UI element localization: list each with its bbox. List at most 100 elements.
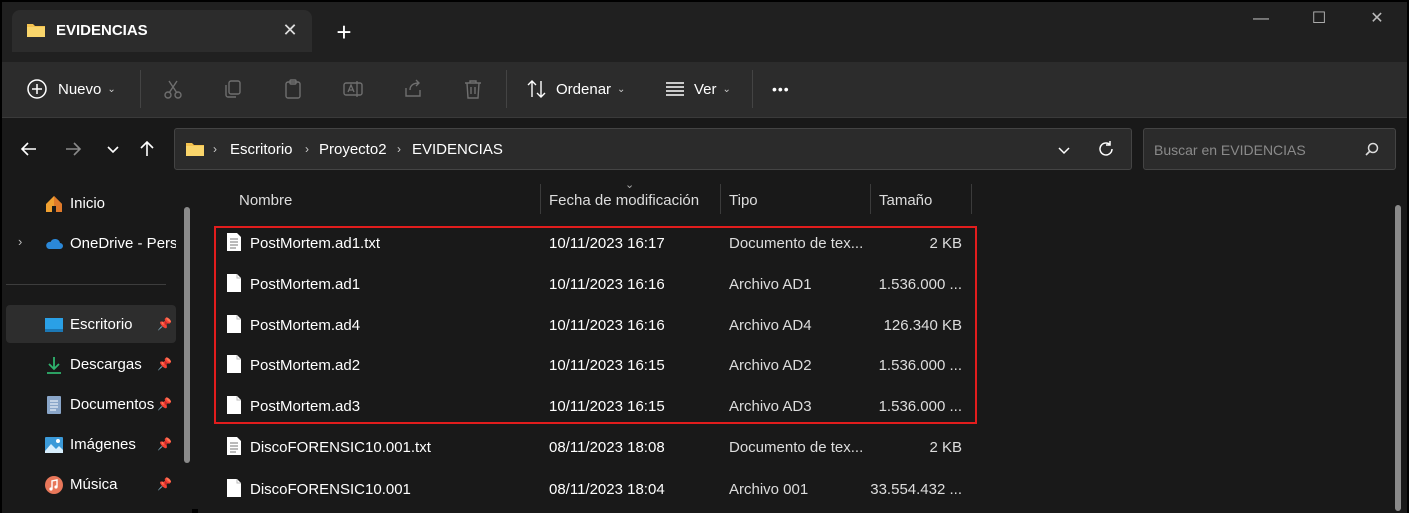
file-list-scrollbar[interactable] [1395,205,1401,511]
copy-button[interactable] [222,72,244,106]
navigation-pane: Inicio › OneDrive - Personal Escritorio … [2,180,192,513]
paste-button[interactable] [282,72,304,106]
sidebar-item-onedrive[interactable]: › OneDrive - Personal [6,224,176,262]
sidebar-item-label: Documentos [70,395,155,413]
desktop-icon [45,318,63,332]
folder-icon [27,24,45,37]
file-explorer-window: EVIDENCIAS ✕ + — ☐ ✕ Nuevo ⌄ Ordenar ⌄ V… [0,0,1409,513]
new-button[interactable]: Nuevo ⌄ [26,72,116,106]
file-size: 2 KB [929,439,962,456]
toolbar-divider [140,70,141,108]
column-divider[interactable] [540,184,541,214]
sort-button[interactable]: Ordenar ⌄ [526,72,625,106]
music-icon [45,476,63,494]
view-label: Ver [694,80,717,98]
copy-icon [225,80,241,98]
sidebar-item-imagenes[interactable]: Imágenes 📌 [6,425,176,463]
pictures-icon [45,437,63,453]
search-placeholder: Buscar en EVIDENCIAS [1154,142,1306,158]
text-file-icon [227,437,241,455]
column-divider[interactable] [720,184,721,214]
file-name: DiscoFORENSIC10.001.txt [250,439,431,456]
sidebar-item-musica[interactable]: Música 📌 [6,465,176,503]
search-icon[interactable] [1364,142,1380,158]
chevron-right-icon[interactable]: › [18,234,22,249]
sidebar-item-descargas[interactable]: Descargas 📌 [6,345,176,383]
breadcrumb-proyecto2[interactable]: Proyecto2 [319,141,387,158]
refresh-icon[interactable] [1097,140,1115,158]
table-row[interactable]: DiscoFORENSIC10.001 08/11/2023 18:04 Arc… [218,469,978,509]
title-bar: EVIDENCIAS ✕ + — ☐ ✕ [2,2,1407,62]
sidebar-scrollbar[interactable] [184,207,190,463]
arrow-left-icon [20,142,36,156]
pin-icon[interactable]: 📌 [157,437,172,451]
command-bar: Nuevo ⌄ Ordenar ⌄ Ver ⌄ ••• [2,62,1407,118]
table-row[interactable]: DiscoFORENSIC10.001.txt 08/11/2023 18:08… [218,427,978,467]
clipboard-icon [285,79,301,99]
search-input[interactable]: Buscar en EVIDENCIAS [1143,128,1396,170]
column-header-size[interactable]: Tamaño [879,192,932,209]
sidebar-item-documentos[interactable]: Documentos 📌 [6,385,176,423]
view-list-icon [666,82,684,96]
file-name: DiscoFORENSIC10.001 [250,481,411,498]
new-tab-button[interactable]: + [330,19,358,48]
forward-button[interactable] [58,134,88,164]
close-tab-icon[interactable]: ✕ [280,20,300,40]
file-date: 08/11/2023 18:08 [549,439,665,456]
sidebar-item-label: Escritorio [70,315,133,333]
chevron-down-icon: ⌄ [722,83,731,95]
close-window-button[interactable]: ✕ [1352,8,1402,32]
column-header-date[interactable]: Fecha de modificación [549,192,699,209]
breadcrumb-separator: › [213,142,217,156]
delete-button[interactable] [462,72,484,106]
cut-button[interactable] [162,72,184,106]
address-bar[interactable]: › Escritorio › Proyecto2 › EVIDENCIAS [174,128,1132,170]
plus-circle-icon [27,79,47,99]
column-header-type[interactable]: Tipo [729,192,758,209]
sort-icon [527,80,546,98]
breadcrumb-escritorio[interactable]: Escritorio [230,141,293,158]
rename-button[interactable] [342,72,364,106]
minimize-button[interactable]: — [1236,8,1286,32]
file-type: Documento de tex... [729,439,864,456]
breadcrumb-evidencias[interactable]: EVIDENCIAS [412,141,503,158]
sidebar-item-label: OneDrive - Personal [70,234,176,252]
sidebar-item-inicio[interactable]: Inicio [6,184,176,222]
back-button[interactable] [14,134,44,164]
download-icon [47,357,61,374]
toolbar-divider [752,70,753,108]
home-icon [46,196,62,212]
pin-icon[interactable]: 📌 [157,317,172,331]
sidebar-item-escritorio[interactable]: Escritorio 📌 [6,305,176,343]
cloud-icon [46,238,63,249]
chevron-down-icon[interactable] [1057,143,1071,157]
chevron-down-icon [107,146,119,154]
pin-icon[interactable]: 📌 [157,357,172,371]
selection-highlight-box [214,226,977,424]
recent-locations-button[interactable] [98,134,128,164]
up-button[interactable] [132,134,162,164]
navigation-row: › Escritorio › Proyecto2 › EVIDENCIAS Bu… [2,118,1407,180]
view-button[interactable]: Ver ⌄ [664,72,731,106]
share-icon [405,79,421,97]
sidebar-item-label: Música [70,475,118,493]
file-date: 08/11/2023 18:04 [549,481,665,498]
trash-icon [465,80,481,99]
pin-icon[interactable]: 📌 [157,397,172,411]
pin-icon[interactable]: 📌 [157,477,172,491]
file-icon [227,479,241,497]
tab-evidencias[interactable]: EVIDENCIAS ✕ [12,10,312,52]
sort-label: Ordenar [556,80,612,98]
documents-icon [47,396,61,414]
arrow-up-icon [140,140,154,156]
column-divider[interactable] [971,184,972,214]
share-button[interactable] [402,72,424,106]
maximize-button[interactable]: ☐ [1294,8,1344,32]
new-label: Nuevo [58,80,102,98]
more-options-button[interactable]: ••• [772,72,790,106]
column-header-name[interactable]: Nombre [239,192,292,209]
rename-icon [343,81,363,97]
column-divider[interactable] [870,184,871,214]
file-type: Archivo 001 [729,481,809,498]
scissors-icon [164,80,182,99]
